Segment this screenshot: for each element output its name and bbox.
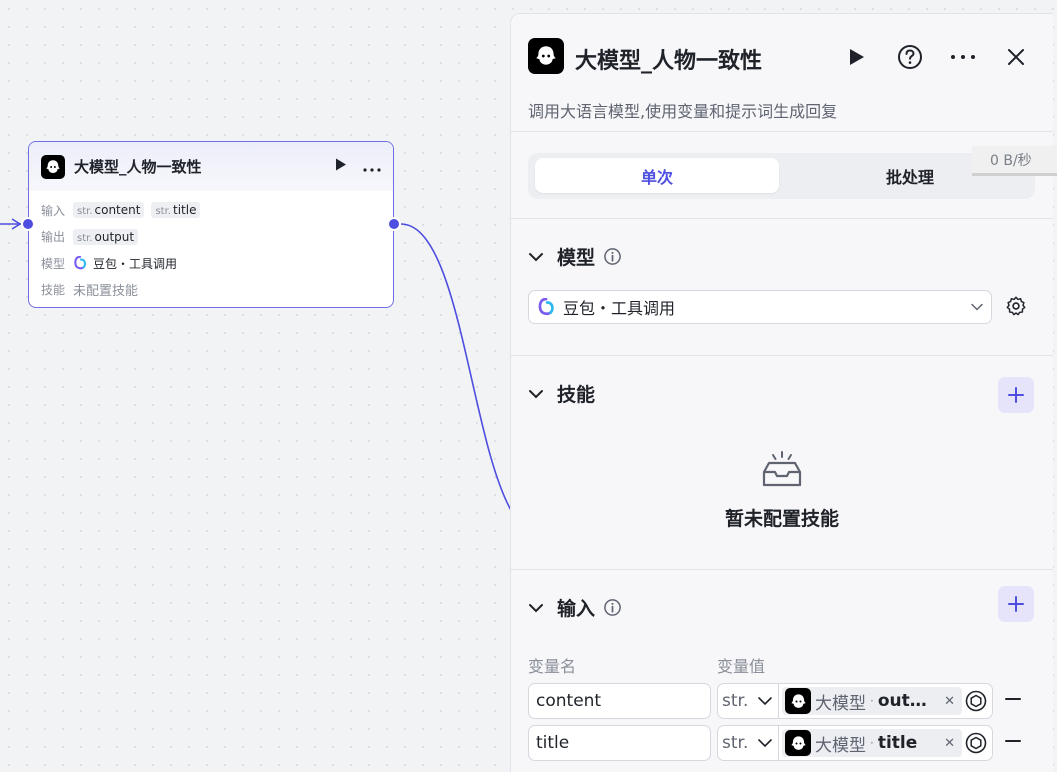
tab-single[interactable]: 单次	[535, 158, 779, 193]
node-input-port[interactable]	[21, 217, 35, 231]
network-speed-overlay: 0 B/秒	[972, 146, 1057, 176]
close-button[interactable]	[999, 40, 1033, 74]
inbox-empty-icon	[761, 450, 803, 492]
close-icon	[1008, 49, 1024, 65]
clear-reference-button[interactable]: ✕	[944, 736, 955, 751]
skills-section-title: 技能	[557, 384, 596, 406]
variable-type-select[interactable]: str.	[718, 684, 779, 718]
run-mode-tabs-section: 单次 批处理 0 B/秒	[511, 132, 1057, 219]
node-header: 大模型_人物一致性	[29, 142, 393, 191]
add-input-button[interactable]	[998, 586, 1034, 622]
variable-type-select[interactable]: str.	[718, 726, 779, 760]
node-inputs-row: 输入 str. content str. title	[41, 197, 381, 224]
node-inputs-label: 输入	[41, 203, 66, 218]
model-settings-button[interactable]	[1005, 295, 1027, 321]
more-icon	[363, 168, 381, 172]
play-icon	[850, 49, 864, 65]
node-config-panel: 大模型_人物一致性 调用大语言模型,使用变量和提示词生成回复 单次 批处理 0 …	[510, 13, 1057, 772]
node-outputs-label: 输出	[41, 230, 66, 245]
column-variable-value: 变量值	[717, 657, 766, 676]
run-mode-tabs: 单次 批处理	[528, 153, 1035, 199]
plus-icon	[1008, 387, 1024, 403]
skills-section: 技能 暂未配置技能	[511, 356, 1053, 570]
variable-reference-tag[interactable]: 大模型 · out… ✕	[782, 687, 962, 715]
input-section-title: 输入	[557, 598, 596, 620]
remove-input-button[interactable]	[1005, 739, 1021, 743]
add-skill-button[interactable]	[998, 377, 1034, 413]
avatar-logo-icon	[785, 688, 811, 714]
input-section-toggle[interactable]	[528, 603, 544, 613]
reference-variable-name: out…	[877, 691, 927, 711]
chevron-down-icon	[529, 603, 543, 612]
variable-value-field: str. 大模型 · out… ✕	[717, 683, 993, 719]
variable-pick-button[interactable]	[965, 690, 987, 712]
avatar-logo-icon	[528, 38, 564, 74]
doubao-logo-icon	[74, 256, 87, 270]
panel-description[interactable]: 调用大语言模型,使用变量和提示词生成回复	[528, 98, 837, 122]
node-skills-row: 技能 未配置技能	[41, 277, 381, 304]
gear-icon	[1006, 296, 1026, 316]
more-button[interactable]	[946, 40, 980, 74]
variable-name-input[interactable]: content	[528, 683, 711, 719]
variable-value-field: str. 大模型 · title ✕	[717, 725, 993, 761]
play-icon	[336, 158, 346, 171]
node-model-value: 豆包・工具调用	[93, 256, 178, 271]
node-outputs-row: 输出 str. output	[41, 224, 381, 251]
chevron-down-icon	[971, 303, 983, 311]
node-title: 大模型_人物一致性	[74, 158, 202, 176]
model-section: 模型 豆包・工具调用	[511, 219, 1053, 356]
reference-node-name: 大模型	[815, 735, 866, 756]
info-icon[interactable]	[603, 247, 622, 266]
node-input-tag: str. title	[151, 202, 201, 219]
model-section-toggle[interactable]	[528, 252, 544, 262]
skills-empty-text: 暂未配置技能	[724, 508, 839, 530]
minus-icon	[1005, 740, 1021, 742]
node-run-button[interactable]	[335, 158, 347, 175]
variable-name-input[interactable]: title	[528, 725, 711, 761]
node-input-tag: str. content	[73, 202, 145, 219]
node-output-tag: str. output	[73, 228, 139, 245]
help-icon	[898, 45, 922, 69]
node-skills-value: 未配置技能	[73, 284, 139, 300]
outgoing-edge	[400, 223, 513, 513]
model-section-title: 模型	[557, 247, 596, 269]
input-section: 输入 变量名 变量值 content str. 大模型 · out… ✕ tit…	[511, 570, 1053, 772]
chevron-down-icon	[758, 739, 773, 748]
column-variable-name: 变量名	[528, 657, 577, 676]
doubao-logo-icon	[538, 298, 554, 316]
model-select[interactable]: 豆包・工具调用	[528, 290, 992, 324]
variable-reference-tag[interactable]: 大模型 · title ✕	[782, 729, 962, 757]
minus-icon	[1005, 698, 1021, 700]
llm-node-card[interactable]: 大模型_人物一致性 输入 str. content str. title 输出 st…	[28, 141, 394, 308]
run-node-button[interactable]	[840, 40, 874, 74]
panel-title[interactable]: 大模型_人物一致性	[575, 43, 762, 75]
help-button[interactable]	[893, 40, 927, 74]
remove-input-button[interactable]	[1005, 697, 1021, 701]
more-icon	[951, 55, 975, 59]
variable-pick-button[interactable]	[965, 732, 987, 754]
node-model-label: 模型	[41, 256, 66, 271]
clear-reference-button[interactable]: ✕	[944, 694, 955, 709]
reference-variable-name: title	[877, 733, 918, 753]
skills-section-toggle[interactable]	[528, 389, 544, 399]
variable-pick-icon	[965, 690, 987, 712]
node-model-row: 模型 豆包・工具调用	[41, 250, 381, 277]
info-icon[interactable]	[603, 598, 622, 617]
panel-header: 大模型_人物一致性 调用大语言模型,使用变量和提示词生成回复	[511, 14, 1053, 132]
chevron-down-icon	[529, 252, 543, 261]
avatar-logo-icon	[785, 730, 811, 756]
node-more-button[interactable]	[363, 157, 381, 176]
chevron-down-icon	[529, 389, 543, 398]
variable-pick-icon	[965, 732, 987, 754]
node-skills-label: 技能	[41, 283, 66, 298]
avatar-logo-icon	[41, 154, 65, 179]
node-output-port[interactable]	[387, 217, 401, 231]
plus-icon	[1008, 596, 1024, 612]
model-select-value: 豆包・工具调用	[563, 299, 676, 318]
chevron-down-icon	[758, 697, 773, 706]
reference-node-name: 大模型	[815, 693, 866, 714]
